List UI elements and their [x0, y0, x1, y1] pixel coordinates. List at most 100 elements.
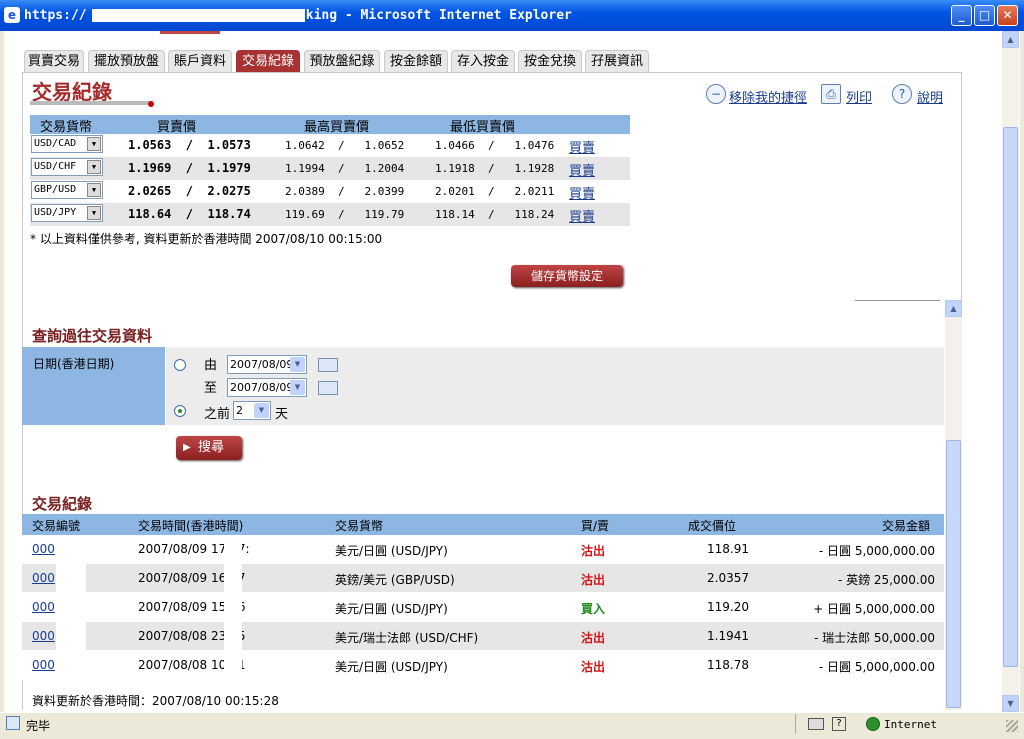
- high-price: 1.1994 / 1.2004: [285, 162, 405, 175]
- transaction-id-link[interactable]: 000: [32, 629, 55, 643]
- remove-shortcut-link[interactable]: 移除我的捷徑: [729, 87, 807, 106]
- transaction-id-link[interactable]: 000: [32, 658, 55, 672]
- history-header-price: 成交價位: [688, 519, 737, 533]
- trade-link[interactable]: 買賣: [569, 206, 595, 225]
- page-scrollbar[interactable]: ▲ ▼: [1002, 31, 1019, 712]
- low-price: 2.0201 / 2.0211: [435, 185, 555, 198]
- bid-ask-price: 1.1969 / 1.1979: [128, 161, 251, 175]
- chevron-down-icon[interactable]: ▼: [87, 206, 101, 220]
- history-header-currency: 交易貨幣: [335, 519, 384, 533]
- bid-ask-price: 2.0265 / 2.0275: [128, 184, 251, 198]
- currency-select[interactable]: USD/CAD ▼: [31, 135, 103, 153]
- before-label: 之前: [204, 407, 231, 422]
- low-price: 1.1918 / 1.1928: [435, 162, 555, 175]
- to-label: 至: [204, 381, 218, 396]
- title-dot: [148, 101, 154, 107]
- scroll-up-arrow-icon[interactable]: ▲: [945, 300, 962, 317]
- transaction-currency: 美元/日圓 (USD/JPY): [335, 602, 448, 616]
- tab-margin-info[interactable]: 孖展資訊: [585, 50, 649, 72]
- transaction-amount: - 瑞士法郎 50,000.00: [813, 631, 935, 645]
- transaction-price: 2.0357: [707, 571, 749, 585]
- scroll-thumb[interactable]: [946, 440, 961, 708]
- transaction-price: 1.1941: [707, 629, 749, 643]
- currency-select[interactable]: USD/CHF ▼: [31, 158, 103, 176]
- chevron-down-icon[interactable]: ▼: [87, 160, 101, 174]
- bid-ask-price: 1.0563 / 1.0573: [128, 138, 251, 152]
- transaction-id-link[interactable]: 000: [32, 542, 55, 556]
- transaction-amount: + 日圓 5,000,000.00: [813, 602, 935, 616]
- tab-transaction-record[interactable]: 交易紀錄: [236, 50, 300, 72]
- chevron-down-icon[interactable]: ▼: [87, 137, 101, 151]
- transaction-price: 118.78: [707, 658, 749, 672]
- redacted-url-mask: [92, 9, 305, 22]
- high-price: 119.69 / 119.79: [285, 208, 405, 221]
- close-button[interactable]: ✕: [997, 5, 1018, 26]
- help-status-icon: ?: [832, 717, 846, 731]
- transaction-price: 118.91: [707, 542, 749, 556]
- currency-select[interactable]: GBP/USD ▼: [31, 181, 103, 199]
- transaction-id-link[interactable]: 000: [32, 571, 55, 585]
- to-date-select[interactable]: 2007/08/09 ▼: [227, 378, 307, 397]
- chevron-down-icon[interactable]: ▼: [254, 403, 269, 418]
- transaction-side: 買入: [581, 602, 606, 616]
- history-header-time: 交易時間(香港時間): [138, 519, 244, 533]
- print-icon[interactable]: ⎙: [821, 84, 841, 104]
- days-select[interactable]: 2 ▼: [233, 401, 271, 420]
- print-link[interactable]: 列印: [846, 87, 872, 106]
- resize-grip[interactable]: [1006, 720, 1018, 732]
- tab-margin-exchange[interactable]: 按金兌換: [518, 50, 582, 72]
- tab-order-record[interactable]: 預放盤紀錄: [304, 50, 380, 72]
- high-price: 1.0642 / 1.0652: [285, 139, 405, 152]
- history-header-side: 買/賣: [581, 519, 610, 533]
- chevron-down-icon[interactable]: ▼: [290, 380, 305, 395]
- minimize-button[interactable]: _: [951, 5, 972, 26]
- help-link[interactable]: 說明: [917, 87, 943, 106]
- chevron-down-icon[interactable]: ▼: [87, 183, 101, 197]
- tab-deposit-margin[interactable]: 存入按金: [451, 50, 515, 72]
- scroll-thumb[interactable]: [1003, 127, 1018, 667]
- rates-header-currency: 交易貨幣: [40, 120, 93, 135]
- top-accent-strip: [160, 31, 220, 34]
- transaction-side: 沽出: [581, 573, 606, 587]
- trade-link[interactable]: 買賣: [569, 137, 595, 156]
- zone-text: Internet: [884, 718, 937, 731]
- page-icon: [6, 716, 20, 730]
- days-unit: 天: [275, 407, 289, 422]
- transaction-currency: 美元/日圓 (USD/JPY): [335, 660, 448, 674]
- trade-link[interactable]: 買賣: [569, 183, 595, 202]
- tab-account-info[interactable]: 賬戶資料: [168, 50, 232, 72]
- currency-select[interactable]: USD/JPY ▼: [31, 204, 103, 222]
- help-icon[interactable]: ?: [892, 84, 912, 104]
- transaction-id-link[interactable]: 000: [32, 600, 55, 614]
- transaction-currency: 美元/瑞士法郎 (USD/CHF): [335, 631, 479, 645]
- rates-header-low: 最低買賣價: [450, 120, 516, 135]
- window-titlebar[interactable]: e https:// banking - Microsoft Internet …: [0, 0, 1024, 31]
- calendar-icon[interactable]: [318, 358, 338, 372]
- calendar-icon[interactable]: [318, 381, 338, 395]
- transaction-side: 沽出: [581, 660, 606, 674]
- save-currency-settings-button[interactable]: 儲存貨幣設定: [511, 265, 623, 287]
- maximize-button[interactable]: □: [974, 5, 995, 26]
- tab-trade[interactable]: 買賣交易: [24, 50, 84, 72]
- radio-days-before[interactable]: [174, 405, 186, 417]
- from-label: 由: [204, 358, 218, 373]
- rates-header-price: 買賣價: [157, 120, 197, 135]
- from-date-select[interactable]: 2007/08/09 ▼: [227, 355, 307, 374]
- scroll-down-arrow-icon[interactable]: ▼: [1002, 695, 1019, 712]
- scroll-up-arrow-icon[interactable]: ▲: [1002, 31, 1019, 48]
- transaction-amount: - 日圓 5,000,000.00: [818, 544, 935, 558]
- tab-margin-balance[interactable]: 按金餘額: [384, 50, 448, 72]
- globe-icon: [866, 717, 880, 731]
- status-separator: [795, 714, 796, 734]
- low-price: 1.0466 / 1.0476: [435, 139, 555, 152]
- tab-place-order[interactable]: 擺放預放盤: [88, 50, 165, 72]
- search-button[interactable]: ▶ 搜尋: [176, 436, 242, 460]
- trade-link[interactable]: 買賣: [569, 160, 595, 179]
- high-price: 2.0389 / 2.0399: [285, 185, 405, 198]
- remove-shortcut-icon[interactable]: −: [706, 84, 726, 104]
- inner-scrollbar[interactable]: ▲: [945, 300, 962, 710]
- radio-date-range[interactable]: [174, 359, 186, 371]
- transaction-currency: 英鎊/美元 (GBP/USD): [335, 573, 455, 587]
- redaction-mask: [56, 537, 86, 675]
- chevron-down-icon[interactable]: ▼: [290, 357, 305, 372]
